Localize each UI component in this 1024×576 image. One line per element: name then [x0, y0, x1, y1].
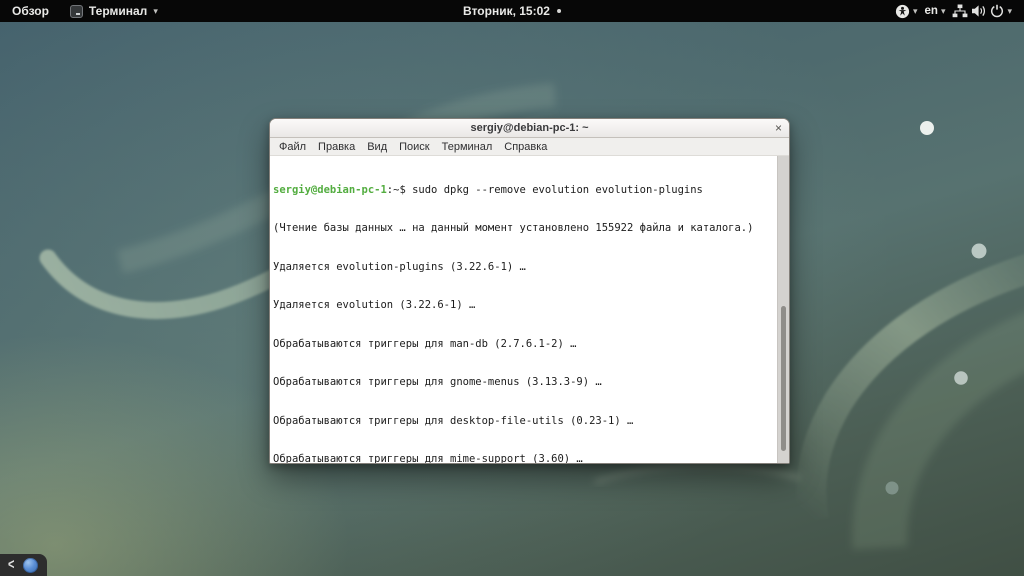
accessibility-icon [895, 4, 910, 19]
menu-edit[interactable]: Правка [312, 141, 361, 153]
power-icon [990, 4, 1004, 18]
activities-label: Обзор [12, 4, 49, 18]
menu-bar: Файл Правка Вид Поиск Терминал Справка [270, 138, 789, 156]
top-bar: Обзор Терминал ▾ Вторник, 15:02 ▾ en ▾ [0, 0, 1024, 22]
chevron-down-icon: ▾ [1007, 7, 1012, 16]
terminal-window: sergiy@debian-pc-1: ~ × Файл Правка Вид … [269, 118, 790, 464]
menu-help[interactable]: Справка [498, 141, 553, 153]
terminal-line: Удаляется evolution (3.22.6-1) … [273, 299, 773, 312]
swirl-right-echo [880, 330, 1024, 548]
wired-network-icon [952, 4, 968, 18]
app-menu-label: Терминал [89, 4, 147, 18]
tray-blue-app-icon[interactable] [23, 558, 38, 573]
terminal-output-area[interactable]: sergiy@debian-pc-1:~$ sudo dpkg --remove… [270, 156, 789, 463]
terminal-line: sergiy@debian-pc-1:~$ sudo dpkg --remove… [273, 184, 773, 197]
accessibility-menu[interactable]: ▾ [895, 0, 918, 22]
menu-view[interactable]: Вид [361, 141, 393, 153]
close-button[interactable]: × [775, 119, 782, 137]
scrollbar-track[interactable] [777, 156, 789, 463]
menu-search[interactable]: Поиск [393, 141, 435, 153]
terminal-line: Обрабатываются триггеры для man-db (2.7.… [273, 338, 773, 351]
app-menu-terminal[interactable]: Терминал ▾ [61, 0, 167, 22]
keyboard-layout-menu[interactable]: en ▾ [925, 0, 946, 22]
terminal-line: Обрабатываются триггеры для mime-support… [273, 453, 773, 463]
message-tray: < [0, 554, 47, 576]
wallpaper-dot [920, 121, 934, 135]
wallpaper-dot [954, 371, 968, 385]
keyboard-layout-label: en [925, 5, 938, 17]
chevron-down-icon: ▾ [153, 7, 158, 16]
terminal-line: Удаляется evolution-plugins (3.22.6-1) … [273, 261, 773, 274]
scrollbar-thumb[interactable] [781, 306, 786, 450]
volume-icon [971, 4, 987, 18]
wallpaper-dot [972, 244, 987, 259]
window-title: sergiy@debian-pc-1: ~ [470, 122, 588, 134]
clock-button[interactable]: Вторник, 15:02 [463, 0, 561, 22]
swirl-bottom-faint-arc [595, 466, 800, 482]
chevron-down-icon: ▾ [941, 7, 946, 16]
window-titlebar[interactable]: sergiy@debian-pc-1: ~ × [270, 119, 789, 138]
terminal-line: Обрабатываются триггеры для gnome-menus … [273, 376, 773, 389]
chevron-down-icon: ▾ [913, 7, 918, 16]
terminal-line: Обрабатываются триггеры для desktop-file… [273, 415, 773, 428]
menu-terminal[interactable]: Терминал [436, 141, 499, 153]
menu-file[interactable]: Файл [273, 141, 312, 153]
clock-label: Вторник, 15:02 [463, 4, 550, 18]
activities-button[interactable]: Обзор [0, 0, 61, 22]
status-area: ▾ en ▾ ▾ [895, 0, 1024, 22]
notification-dot-icon [557, 9, 561, 13]
terminal-app-icon [70, 5, 83, 18]
terminal-line: (Чтение базы данных … на данный момент у… [273, 222, 773, 235]
tray-expand-chevron-icon[interactable]: < [8, 558, 14, 573]
system-menu[interactable]: ▾ [952, 0, 1012, 22]
wallpaper-dot [886, 482, 899, 495]
